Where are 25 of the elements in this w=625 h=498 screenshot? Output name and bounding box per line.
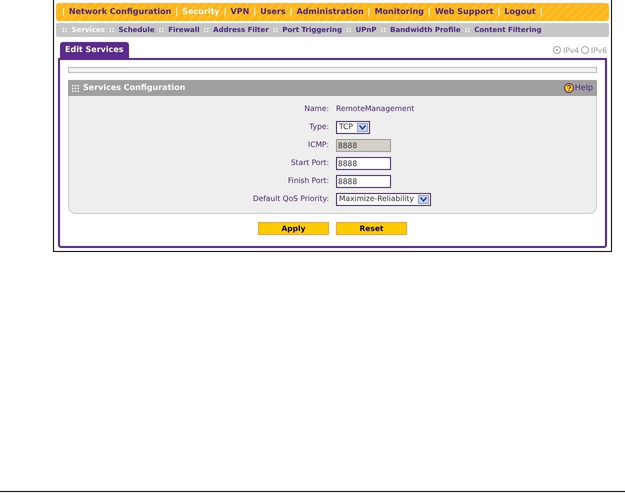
help-icon: [564, 83, 574, 93]
caret-icon: [358, 124, 366, 130]
nav-link[interactable]: Users: [260, 6, 286, 18]
radio-button[interactable]: [581, 46, 590, 54]
section-title: Services Configuration: [83, 82, 186, 94]
nav-link[interactable]: Web Support: [434, 6, 494, 18]
grid-icon: [72, 84, 79, 92]
radio-button[interactable]: [553, 46, 562, 54]
caret-icon: [420, 196, 427, 202]
nav-link[interactable]: Monitoring: [374, 6, 424, 18]
separator: |: [497, 6, 500, 18]
nav-link[interactable]: Administration: [296, 6, 364, 18]
nav-link[interactable]: VPN: [230, 6, 250, 18]
nav-link[interactable]: Logout: [504, 6, 536, 18]
help-link[interactable]: Help: [574, 82, 593, 94]
separator: |: [62, 6, 65, 18]
separator: |: [290, 6, 293, 18]
nav-link[interactable]: Network Configuration: [68, 6, 172, 18]
separator: |: [540, 6, 543, 18]
separator: |: [253, 6, 256, 18]
separator: |: [224, 6, 227, 18]
separator: |: [428, 6, 431, 18]
separator: |: [368, 6, 371, 18]
separator: |: [175, 6, 178, 18]
edit-services-tab[interactable]: Edit Services: [60, 42, 129, 58]
